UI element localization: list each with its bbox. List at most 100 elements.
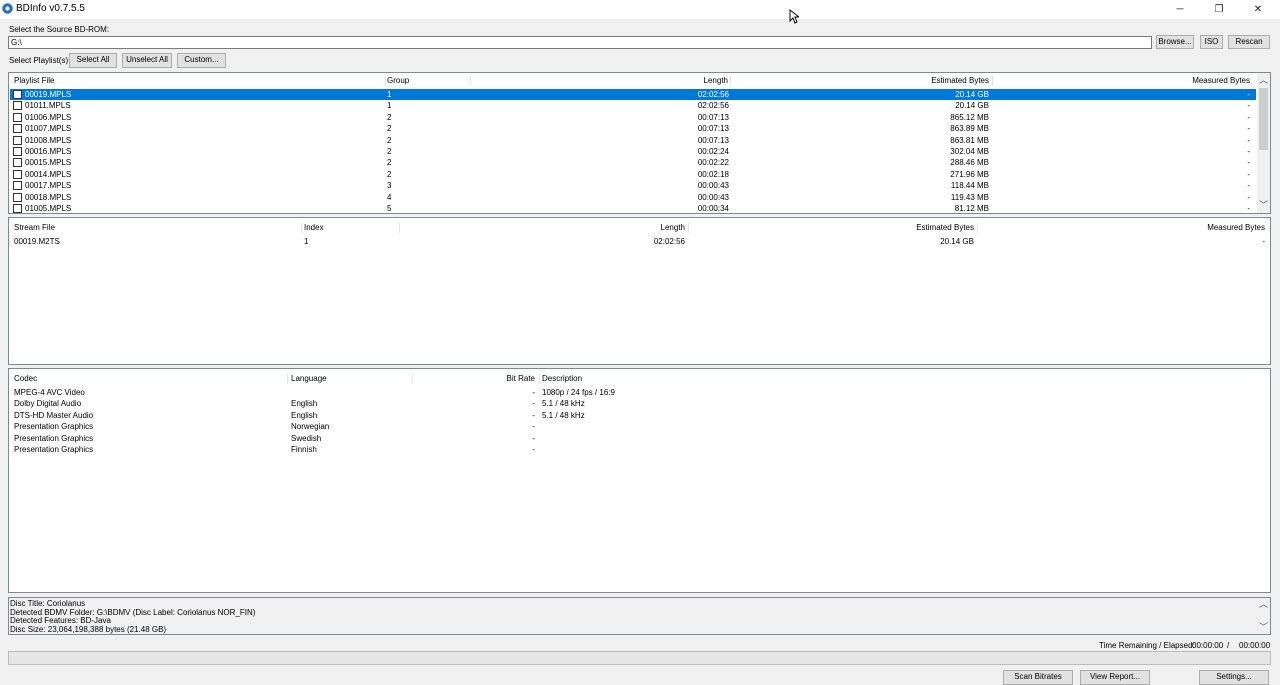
scroll-down-icon[interactable]: ﹀ bbox=[1257, 199, 1270, 212]
playlist-estimated-cell: 288.46 MB bbox=[950, 158, 989, 168]
playlist-checkbox[interactable] bbox=[13, 112, 22, 122]
playlist-checkbox[interactable] bbox=[13, 101, 22, 111]
playlist-estimated-cell: 865.12 MB bbox=[950, 112, 989, 122]
playlist-measured-cell: - bbox=[1247, 135, 1250, 145]
codec-row[interactable]: Presentation Graphics Finnish - bbox=[10, 444, 1269, 455]
codec-bitrate-cell: - bbox=[532, 433, 535, 443]
playlist-scrollbar[interactable]: ︿ ﹀ bbox=[1257, 73, 1270, 213]
column-divider bbox=[539, 374, 540, 384]
col-index[interactable]: Index bbox=[304, 220, 324, 235]
time-remaining-value: 00:00:00 bbox=[1192, 641, 1224, 650]
column-divider bbox=[470, 76, 471, 86]
stream-file-cell: 00019.M2TS bbox=[14, 237, 60, 246]
codec-row[interactable]: MPEG-4 AVC Video -1080p / 24 fps / 16:9 bbox=[10, 387, 1269, 398]
playlist-row[interactable]: 00017.MPLS 3 00:00:43 118.44 MB - bbox=[10, 180, 1256, 191]
playlist-group-cell: 2 bbox=[387, 147, 392, 156]
codec-language-cell: Finnish bbox=[291, 445, 317, 454]
col-description[interactable]: Description bbox=[542, 371, 582, 386]
col-bit-rate[interactable]: Bit Rate bbox=[415, 371, 535, 386]
scroll-up-icon[interactable]: ︿ bbox=[1257, 598, 1270, 611]
playlist-checkbox[interactable] bbox=[13, 204, 22, 213]
playlist-length-cell: 00:07:13 bbox=[697, 135, 729, 145]
scrollbar-thumb[interactable] bbox=[1259, 88, 1268, 150]
playlist-row[interactable]: 01006.MPLS 2 00:07:13 865.12 MB - bbox=[10, 112, 1256, 123]
select-all-button[interactable]: Select All bbox=[69, 53, 117, 68]
col-stream-file[interactable]: Stream File bbox=[14, 220, 55, 235]
codec-language-cell: Norwegian bbox=[291, 422, 330, 432]
browse-button[interactable]: Browse... bbox=[1156, 35, 1194, 49]
playlist-checkbox[interactable] bbox=[13, 158, 22, 168]
iso-button[interactable]: ISO bbox=[1200, 35, 1223, 49]
col-length[interactable]: Length bbox=[479, 73, 728, 88]
col-stream-measured-bytes[interactable]: Measured Bytes bbox=[981, 220, 1265, 235]
col-group[interactable]: Group bbox=[387, 73, 409, 88]
codec-row[interactable]: Presentation Graphics Norwegian - bbox=[10, 421, 1269, 432]
playlist-file-cell: 00014.MPLS bbox=[25, 169, 72, 179]
codec-row[interactable]: Dolby Digital Audio English -5.1 / 48 kHz bbox=[10, 398, 1269, 409]
close-icon[interactable]: ✕ bbox=[1240, 0, 1276, 19]
stream-file-list[interactable]: Stream File Index Length Estimated Bytes… bbox=[8, 217, 1271, 365]
select-playlists-label: Select Playlist(s): bbox=[9, 56, 71, 65]
playlist-row[interactable]: 01011.MPLS 1 02:02:56 20.14 GB - bbox=[10, 100, 1256, 111]
playlist-file-cell: 00019.MPLS bbox=[25, 90, 72, 99]
playlist-row[interactable]: 01005.MPLS 5 00:00:34 81.12 MB - bbox=[10, 203, 1256, 213]
codec-language-cell: English bbox=[291, 410, 318, 420]
playlist-estimated-cell: 119.43 MB bbox=[950, 192, 989, 202]
stream-row[interactable]: 00019.M2TS 1 02:02:56 20.14 GB - bbox=[10, 236, 1269, 247]
codec-name-cell: Presentation Graphics bbox=[14, 433, 94, 443]
playlist-checkbox[interactable] bbox=[13, 90, 22, 99]
playlist-length-cell: 00:07:13 bbox=[697, 112, 729, 122]
codec-name-cell: Presentation Graphics bbox=[14, 445, 94, 454]
playlist-measured-cell: - bbox=[1247, 204, 1250, 213]
playlist-file-cell: 01006.MPLS bbox=[25, 112, 72, 122]
col-codec[interactable]: Codec bbox=[14, 371, 37, 386]
playlist-estimated-cell: 863.81 MB bbox=[950, 135, 989, 145]
source-label: Select the Source BD-ROM: bbox=[9, 25, 110, 34]
playlist-checkbox[interactable] bbox=[13, 135, 22, 145]
rescan-button[interactable]: Rescan bbox=[1228, 35, 1270, 49]
col-playlist-file[interactable]: Playlist File bbox=[14, 73, 54, 88]
stream-measured-cell: - bbox=[1262, 237, 1265, 246]
scroll-down-icon[interactable]: ﹀ bbox=[1257, 621, 1270, 634]
log-scrollbar[interactable]: ︿ ﹀ bbox=[1257, 598, 1270, 634]
playlist-row[interactable]: 00018.MPLS 4 00:00:43 119.43 MB - bbox=[10, 192, 1256, 203]
playlist-row[interactable]: 00014.MPLS 2 00:02:18 271.96 MB - bbox=[10, 169, 1256, 180]
codec-list[interactable]: Codec Language Bit Rate Description MPEG… bbox=[8, 368, 1271, 593]
playlist-row[interactable]: 00016.MPLS 2 00:02:24 302.04 MB - bbox=[10, 146, 1256, 157]
playlist-checkbox[interactable] bbox=[13, 169, 22, 179]
playlist-checkbox[interactable] bbox=[13, 192, 22, 202]
col-stream-length[interactable]: Length bbox=[404, 220, 685, 235]
playlist-measured-cell: - bbox=[1247, 192, 1250, 202]
playlist-checkbox[interactable] bbox=[13, 147, 22, 156]
unselect-all-button[interactable]: Unselect All bbox=[122, 53, 172, 68]
playlist-checkbox[interactable] bbox=[13, 124, 22, 134]
column-divider bbox=[992, 76, 993, 86]
col-language[interactable]: Language bbox=[291, 371, 327, 386]
disc-info-log[interactable]: Disc Title: Coriolanus Detected BDMV Fold… bbox=[8, 597, 1271, 635]
restore-icon[interactable]: ❐ bbox=[1201, 0, 1237, 19]
codec-bitrate-cell: - bbox=[532, 388, 535, 397]
custom-button[interactable]: Custom... bbox=[177, 53, 226, 68]
playlist-row[interactable]: 01008.MPLS 2 00:07:13 863.81 MB - bbox=[10, 135, 1256, 146]
codec-row[interactable]: Presentation Graphics Swedish - bbox=[10, 433, 1269, 444]
playlist-list[interactable]: Playlist File Group Length Estimated Byt… bbox=[8, 72, 1271, 214]
playlist-checkbox[interactable] bbox=[13, 181, 22, 191]
source-path-input[interactable]: G:\ bbox=[8, 36, 1152, 49]
playlist-group-cell: 4 bbox=[387, 192, 392, 202]
playlist-estimated-cell: 302.04 MB bbox=[950, 147, 989, 156]
col-stream-estimated-bytes[interactable]: Estimated Bytes bbox=[692, 220, 974, 235]
codec-language-cell: Swedish bbox=[291, 433, 322, 443]
col-measured-bytes[interactable]: Measured Bytes bbox=[996, 73, 1250, 88]
playlist-row[interactable]: 00019.MPLS 1 02:02:56 20.14 GB - bbox=[10, 89, 1256, 100]
playlist-row[interactable]: 00015.MPLS 2 00:02:22 288.46 MB - bbox=[10, 157, 1256, 168]
playlist-length-cell: 00:00:43 bbox=[697, 192, 729, 202]
playlist-row[interactable]: 01007.MPLS 2 00:07:13 863.89 MB - bbox=[10, 123, 1256, 134]
scroll-up-icon[interactable]: ︿ bbox=[1257, 74, 1270, 87]
codec-row[interactable]: DTS-HD Master Audio English -5.1 / 48 kHz bbox=[10, 410, 1269, 421]
codec-name-cell: Presentation Graphics bbox=[14, 422, 94, 432]
minimize-icon[interactable]: ─ bbox=[1162, 0, 1198, 19]
playlist-group-cell: 2 bbox=[387, 124, 392, 134]
playlist-estimated-cell: 81.12 MB bbox=[954, 204, 989, 213]
playlist-group-cell: 2 bbox=[387, 169, 392, 179]
col-estimated-bytes[interactable]: Estimated Bytes bbox=[734, 73, 989, 88]
